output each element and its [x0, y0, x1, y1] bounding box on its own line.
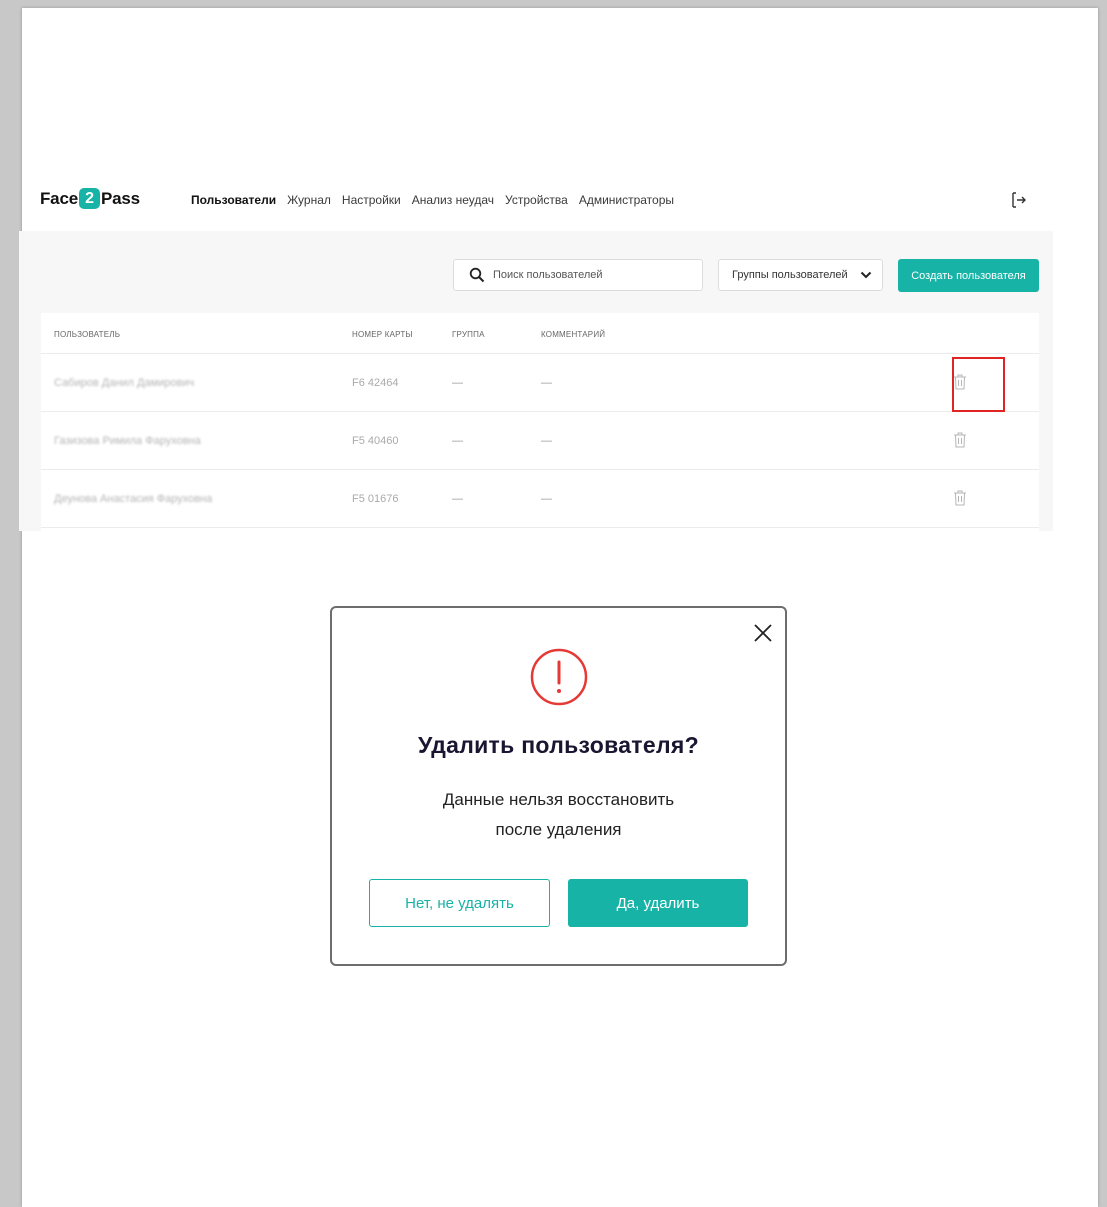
nav-item-failure-analysis[interactable]: Анализ неудач [412, 193, 494, 207]
users-table: ПОЛЬЗОВАТЕЛЬ НОМЕР КАРТЫ ГРУППА КОММЕНТА… [41, 313, 1039, 531]
nav-item-users[interactable]: Пользователи [191, 193, 276, 207]
delete-confirm-dialog: Удалить пользователя? Данные нельзя восс… [330, 606, 787, 966]
user-comment: — [541, 377, 552, 389]
user-groups-label: Группы пользователей [732, 269, 848, 281]
nav-item-admins[interactable]: Администраторы [579, 193, 674, 207]
delete-highlight-box [952, 357, 1005, 412]
table-row[interactable]: Деунова Анастасия Фаруховна F5 01676 — — [41, 470, 1039, 528]
user-comment: — [541, 493, 552, 505]
search-input[interactable] [491, 268, 695, 282]
user-name: Газизова Римила Фаруховна [54, 435, 201, 447]
close-icon[interactable] [752, 622, 774, 644]
user-name: Сабиров Данил Дамирович [54, 377, 195, 389]
logo-suffix: Pass [100, 188, 140, 208]
table-row[interactable]: Газизова Римила Фаруховна F5 40460 — — [41, 412, 1039, 470]
table-header: ПОЛЬЗОВАТЕЛЬ НОМЕР КАРТЫ ГРУППА КОММЕНТА… [41, 313, 1039, 354]
header-user: ПОЛЬЗОВАТЕЛЬ [54, 330, 121, 339]
card-number: F5 01676 [352, 493, 399, 505]
trash-icon[interactable] [953, 432, 967, 448]
logo-prefix: Face [40, 188, 78, 208]
user-group: — [452, 493, 463, 505]
chevron-down-icon [860, 271, 872, 279]
user-group: — [452, 435, 463, 447]
nav-item-devices[interactable]: Устройства [505, 193, 568, 207]
card-number: F5 40460 [352, 435, 399, 447]
card-number: F6 42464 [352, 377, 399, 389]
dialog-message-line2: после удаления [495, 820, 622, 839]
dialog-title: Удалить пользователя? [418, 732, 699, 758]
user-comment: — [541, 435, 552, 447]
dialog-message: Данные нельзя восстановить после удалени… [332, 785, 785, 845]
search-box[interactable] [453, 259, 703, 291]
cancel-delete-button[interactable]: Нет, не удалять [369, 879, 550, 927]
header-comment: КОММЕНТАРИЙ [541, 330, 606, 339]
logo-number: 2 [78, 188, 100, 209]
trash-icon[interactable] [953, 490, 967, 506]
logout-icon[interactable] [1009, 190, 1029, 210]
user-name: Деунова Анастасия Фаруховна [54, 493, 213, 505]
app-logo[interactable]: Face 2 Pass [40, 188, 140, 209]
dialog-message-line1: Данные нельзя восстановить [442, 790, 675, 809]
confirm-delete-button[interactable]: Да, удалить [568, 879, 748, 927]
table-row[interactable]: Сабиров Данил Дамирович F6 42464 — — [41, 354, 1039, 412]
alert-circle-icon [530, 648, 588, 706]
nav-item-settings[interactable]: Настройки [342, 193, 401, 207]
nav-item-journal[interactable]: Журнал [287, 193, 331, 207]
main-nav: Пользователи Журнал Настройки Анализ неу… [191, 193, 685, 207]
search-icon [469, 267, 485, 283]
header-card: НОМЕР КАРТЫ [352, 330, 413, 339]
create-user-button[interactable]: Создать пользователя [898, 259, 1039, 292]
header-group: ГРУППА [452, 330, 485, 339]
users-panel: Группы пользователей Создать пользовател… [19, 231, 1053, 531]
user-groups-select[interactable]: Группы пользователей [718, 259, 883, 291]
user-group: — [452, 377, 463, 389]
